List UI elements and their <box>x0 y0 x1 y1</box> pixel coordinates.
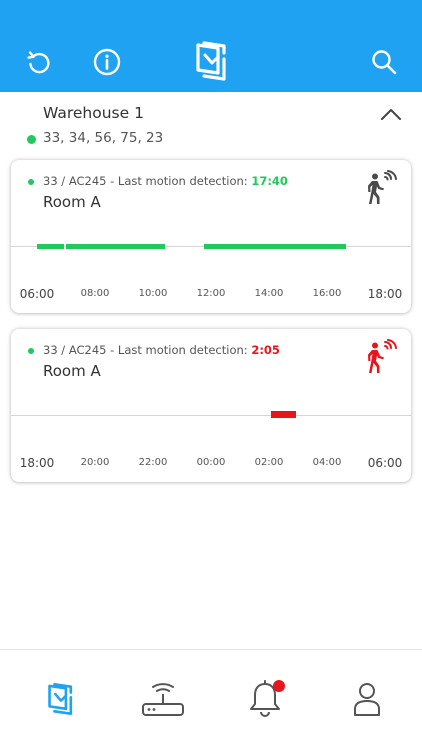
room-name: Room A <box>43 193 101 211</box>
refresh-icon <box>27 51 50 74</box>
timeline-tick-label: 02:00 <box>254 457 284 468</box>
motion-segment <box>271 411 296 418</box>
app-logo <box>190 38 234 84</box>
sensor-status-text: 33 / AC245 - Last motion detection: 17:4… <box>43 174 288 188</box>
search-icon <box>372 50 397 75</box>
room-name: Room A <box>43 362 101 380</box>
timeline-tick-label: 14:00 <box>254 288 284 299</box>
motion-segment <box>37 244 64 249</box>
profile-icon <box>354 683 380 716</box>
timeline-tick-label: 04:00 <box>312 457 342 468</box>
timeline-tick-label: 06:00 <box>19 287 55 301</box>
chevron-up-icon <box>381 109 401 120</box>
refresh-button[interactable] <box>21 44 57 80</box>
timeline-tick-label: 12:00 <box>196 288 226 299</box>
collapse-button[interactable] <box>378 104 404 124</box>
timeline-tick-label: 22:00 <box>138 457 168 468</box>
router-icon <box>142 683 184 716</box>
timeline-axis <box>11 415 411 416</box>
last-detection-time: 17:40 <box>251 174 288 188</box>
last-detection-time: 2:05 <box>251 343 280 357</box>
timeline-tick-label: 00:00 <box>196 457 226 468</box>
group-device-list: 33, 34, 56, 75, 23 <box>43 130 164 146</box>
motion-sensor-icon <box>368 170 397 204</box>
bottom-navigation <box>0 649 422 750</box>
app-header <box>0 0 422 92</box>
nav-gateway[interactable] <box>138 674 188 724</box>
app-logo-icon <box>196 41 226 81</box>
motion-sensor-icon <box>368 339 397 373</box>
nav-devices[interactable] <box>36 674 86 724</box>
sensor-status-dot <box>28 348 34 354</box>
group-status-dot <box>27 135 36 144</box>
sensor-card[interactable]: 33 / AC245 - Last motion detection: 2:05… <box>11 329 411 482</box>
search-button[interactable] <box>366 44 402 80</box>
sensor-status-text: 33 / AC245 - Last motion detection: 2:05 <box>43 343 280 357</box>
group-title[interactable]: Warehouse 1 <box>43 104 144 122</box>
timeline-tick-label: 18:00 <box>19 456 55 470</box>
status-prefix: 33 / AC245 - Last motion detection: <box>43 174 252 188</box>
info-icon <box>93 48 121 76</box>
timeline-tick-label: 10:00 <box>138 288 168 299</box>
sensor-status-dot <box>28 179 34 185</box>
status-prefix: 33 / AC245 - Last motion detection: <box>43 343 252 357</box>
timeline-tick-label: 18:00 <box>367 287 403 301</box>
nav-alerts[interactable] <box>240 674 290 724</box>
info-button[interactable] <box>89 44 125 80</box>
timeline-tick-label: 16:00 <box>312 288 342 299</box>
timeline-tick-label: 20:00 <box>80 457 110 468</box>
devices-nav-icon <box>48 682 73 716</box>
alert-badge <box>273 680 285 692</box>
timeline-tick-label: 06:00 <box>367 456 403 470</box>
sensor-card[interactable]: 33 / AC245 - Last motion detection: 17:4… <box>11 160 411 313</box>
timeline-tick-label: 08:00 <box>80 288 110 299</box>
motion-segment <box>203 244 347 249</box>
motion-segment <box>66 244 166 249</box>
nav-profile[interactable] <box>342 674 392 724</box>
